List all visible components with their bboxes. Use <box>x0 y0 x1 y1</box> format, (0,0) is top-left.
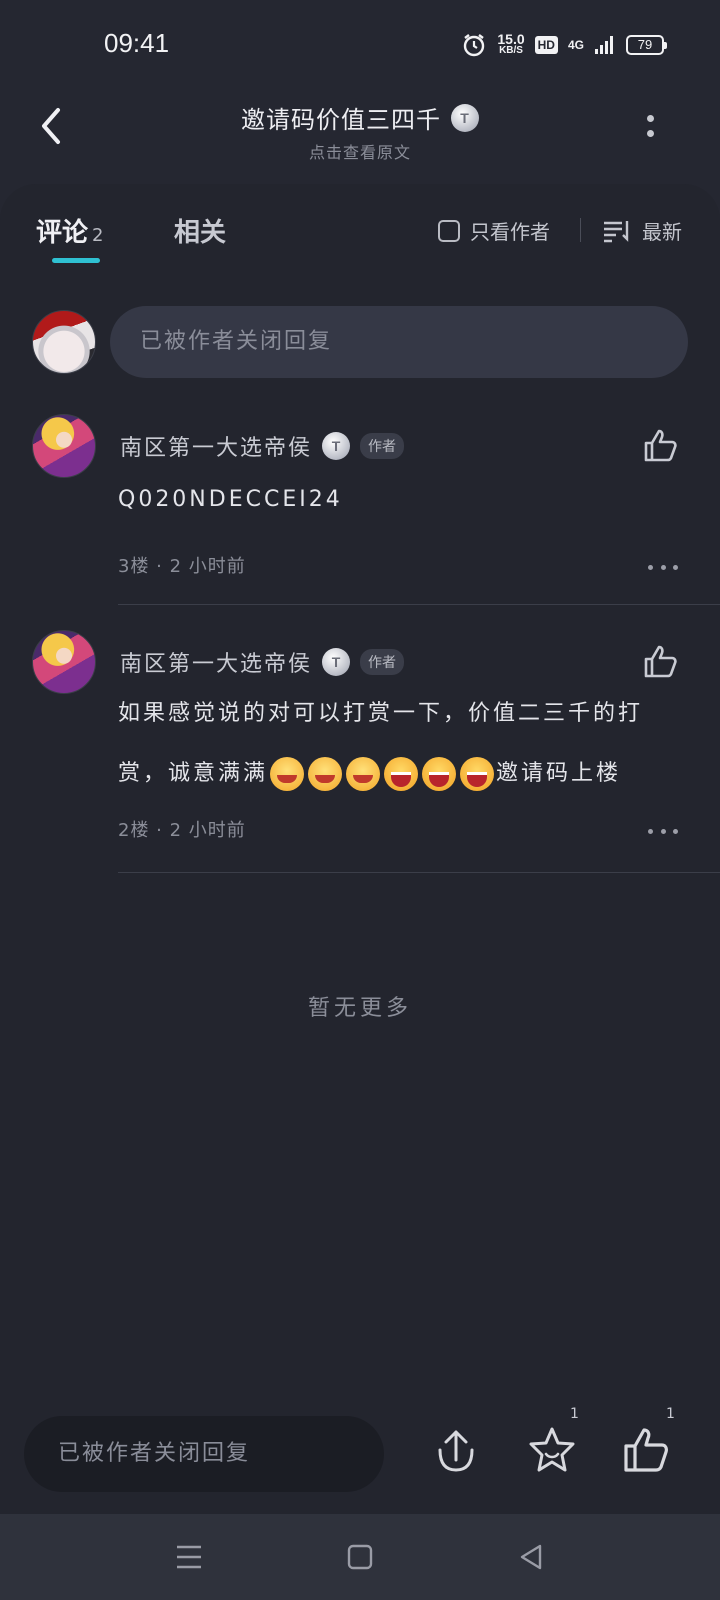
thumbs-up-icon[interactable] <box>620 1424 672 1476</box>
sort-icon <box>604 220 629 242</box>
tab-bar: 评论 2 相关 只看作者 最新 <box>0 206 720 266</box>
laugh-emoji-icon <box>422 757 457 791</box>
bottom-action-bar: 已被作者关闭回复 1 1 <box>0 1394 720 1514</box>
blush-emoji-icon <box>346 757 381 791</box>
alarm-icon <box>464 34 485 57</box>
avatar[interactable] <box>32 630 96 694</box>
thumbs-up-icon[interactable] <box>640 426 680 466</box>
author-only-toggle[interactable]: 只看作者 <box>438 216 550 245</box>
comment-divider <box>118 872 720 873</box>
level-badge-icon: T <box>451 103 479 132</box>
system-nav-bar <box>0 1514 720 1600</box>
title-area[interactable]: 邀请码价值三四千 T 点击查看原文 <box>0 100 720 163</box>
comments-count: 2 <box>92 225 104 246</box>
my-avatar <box>32 310 96 374</box>
author-only-checkbox[interactable] <box>438 219 460 242</box>
author-tag: 作者 <box>360 649 405 675</box>
comment-meta: 2楼 · 2 小时前 <box>118 820 246 841</box>
signal-icon <box>595 36 613 54</box>
comment-text: 如果感觉说的对可以打赏一下，价值二三千的打赏，诚意满满 邀请码上楼 <box>118 684 688 804</box>
menu-icon[interactable] <box>174 1542 204 1572</box>
status-bar: 09:41 15.0 KB/S HD 4G 79 <box>0 0 720 88</box>
status-icons: 15.0 KB/S HD 4G 79 <box>461 30 667 60</box>
thumbs-up-icon[interactable] <box>640 642 680 682</box>
no-more-text: 暂无更多 <box>307 996 412 1021</box>
more-options-icon[interactable] <box>640 110 660 144</box>
tab-related[interactable]: 相关 <box>174 212 226 249</box>
like-count: 1 <box>666 1406 675 1422</box>
battery-indicator: 79 <box>626 35 667 55</box>
avatar[interactable] <box>32 414 96 478</box>
network-speed: 15.0 KB/S <box>497 31 525 56</box>
tab-comments[interactable]: 评论 2 <box>36 212 103 249</box>
view-original-link[interactable]: 点击查看原文 <box>0 139 720 163</box>
comment-header: 南区第一大选帝侯 T 作者 <box>120 646 405 678</box>
blush-emoji-icon <box>308 757 343 791</box>
comments-panel: 评论 2 相关 只看作者 最新 已被作者关闭回复 南区第一大选帝侯 T 作者 Q0 <box>0 184 720 1514</box>
reply-input[interactable]: 已被作者关闭回复 <box>110 306 688 378</box>
hd-badge: HD <box>534 36 558 54</box>
favorite-count: 1 <box>570 1406 579 1422</box>
star-icon[interactable] <box>526 1424 578 1476</box>
author-tag: 作者 <box>360 433 405 459</box>
network-type: 4G <box>567 38 584 52</box>
level-badge-icon: T <box>322 648 351 676</box>
sort-button[interactable]: 最新 <box>602 216 682 245</box>
blush-emoji-icon <box>270 757 305 791</box>
bottom-reply-input[interactable]: 已被作者关闭回复 <box>24 1416 384 1492</box>
comment-header: 南区第一大选帝侯 T 作者 <box>120 430 405 462</box>
comment-author[interactable]: 南区第一大选帝侯 <box>120 646 312 678</box>
laugh-emoji-icon <box>460 757 495 791</box>
home-icon[interactable] <box>345 1542 375 1572</box>
comment-meta: 3楼 · 2 小时前 <box>118 556 246 577</box>
comment-more-icon[interactable] <box>648 826 678 836</box>
tab-divider <box>580 218 581 242</box>
page-title: 邀请码价值三四千 T <box>241 100 479 135</box>
top-bar: 邀请码价值三四千 T 点击查看原文 <box>0 88 720 184</box>
share-icon[interactable] <box>430 1424 482 1476</box>
active-tab-indicator <box>52 258 100 263</box>
comment-text: Q020NDECCEI24 <box>118 487 343 512</box>
laugh-emoji-icon <box>384 757 419 791</box>
level-badge-icon: T <box>322 432 351 460</box>
back-nav-icon[interactable] <box>516 1542 546 1572</box>
comment-author[interactable]: 南区第一大选帝侯 <box>120 430 312 462</box>
comment-more-icon[interactable] <box>648 562 678 572</box>
comment-divider <box>118 604 720 605</box>
status-time: 09:41 <box>104 28 170 58</box>
